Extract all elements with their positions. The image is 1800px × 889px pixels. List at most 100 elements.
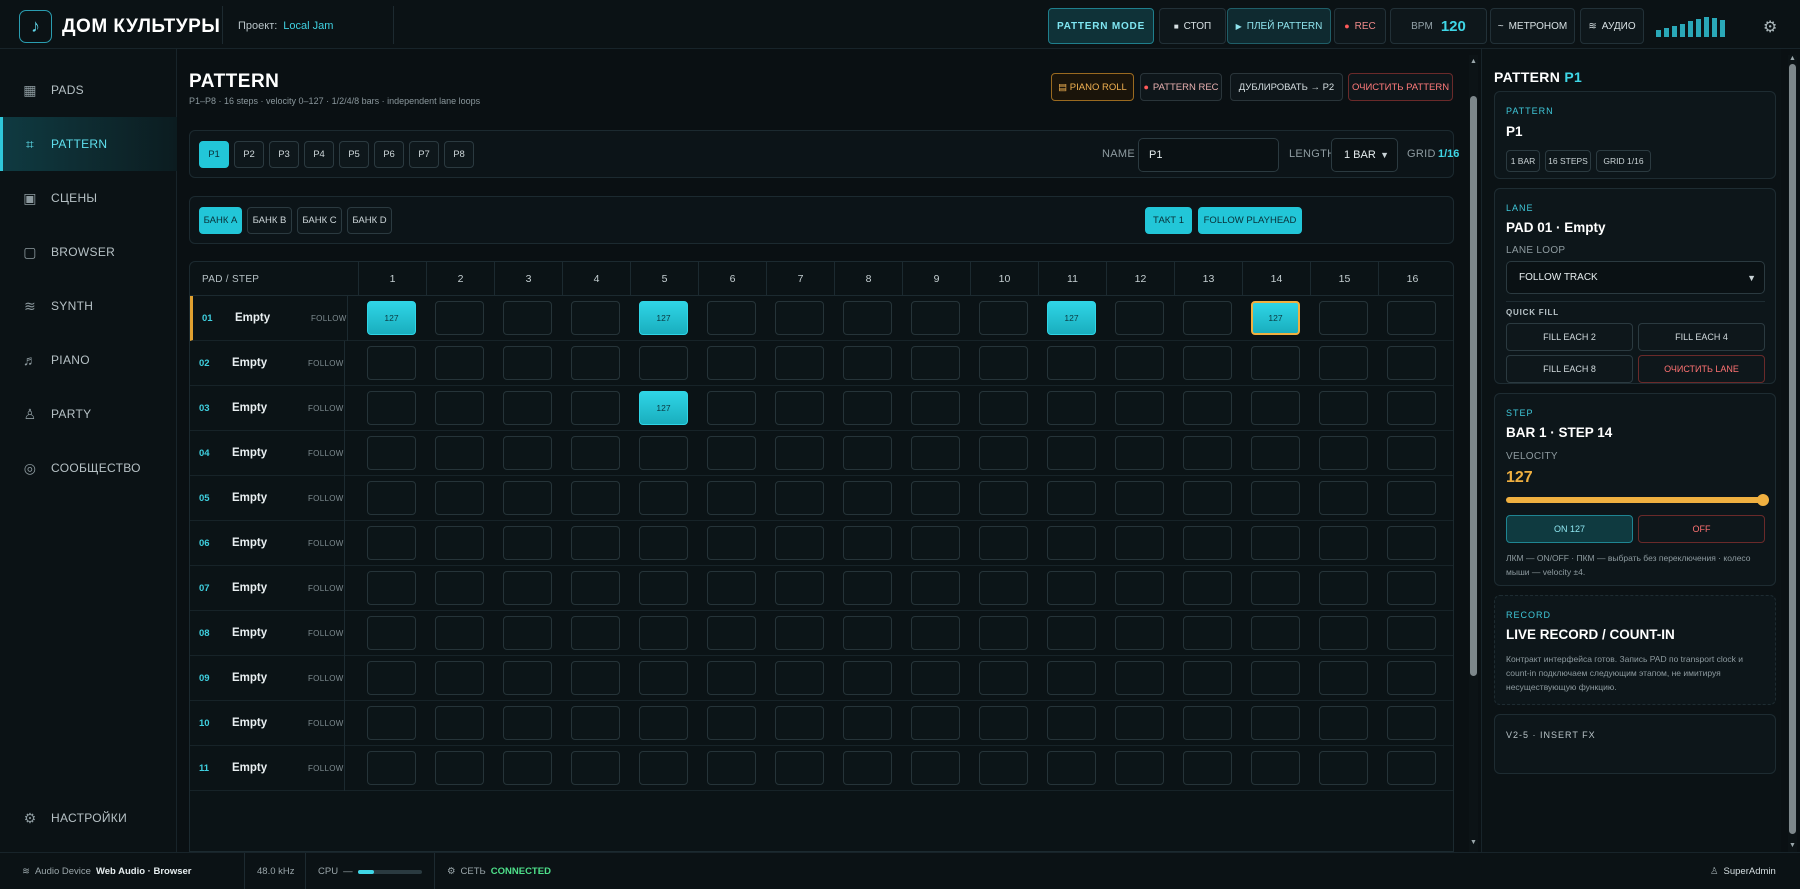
- step-cell[interactable]: [979, 436, 1028, 470]
- step-cell[interactable]: [1183, 616, 1232, 650]
- step-cell[interactable]: [503, 346, 552, 380]
- pad-name[interactable]: Empty: [232, 762, 267, 774]
- step-cell[interactable]: [911, 751, 960, 785]
- step-cell[interactable]: [979, 346, 1028, 380]
- step-cell[interactable]: [775, 346, 824, 380]
- step-cell[interactable]: [843, 436, 892, 470]
- step-cell[interactable]: [1319, 616, 1368, 650]
- pad-name[interactable]: Empty: [232, 717, 267, 729]
- step-cell[interactable]: [503, 571, 552, 605]
- step-cell[interactable]: [1251, 481, 1300, 515]
- step-cell[interactable]: [503, 391, 552, 425]
- step-cell[interactable]: [1183, 706, 1232, 740]
- step-cell[interactable]: [1387, 616, 1436, 650]
- bank-chip-a[interactable]: БАНК A: [199, 207, 242, 234]
- step-cell[interactable]: [367, 616, 416, 650]
- step-cell[interactable]: [1319, 751, 1368, 785]
- step-cell[interactable]: [979, 706, 1028, 740]
- scroll-up-icon[interactable]: ▲: [1789, 55, 1796, 62]
- step-cell[interactable]: [435, 391, 484, 425]
- step-cell[interactable]: 127: [639, 391, 688, 425]
- fill-each-8-button[interactable]: FILL EACH 8: [1506, 355, 1633, 383]
- pad-name[interactable]: Empty: [232, 627, 267, 639]
- pad-name[interactable]: Empty: [232, 537, 267, 549]
- step-cell[interactable]: [367, 526, 416, 560]
- step-cell[interactable]: [571, 436, 620, 470]
- step-cell[interactable]: [1115, 346, 1164, 380]
- step-cell[interactable]: [911, 436, 960, 470]
- pattern-chip-p1[interactable]: P1: [199, 141, 229, 168]
- step-cell[interactable]: [843, 346, 892, 380]
- rec-button[interactable]: ● REC: [1334, 8, 1386, 44]
- step-cell[interactable]: 127: [367, 301, 416, 335]
- step-cell[interactable]: [639, 616, 688, 650]
- step-cell[interactable]: [979, 481, 1028, 515]
- step-cell[interactable]: [1387, 436, 1436, 470]
- step-cell[interactable]: 127: [1251, 301, 1300, 335]
- step-cell[interactable]: [911, 616, 960, 650]
- step-cell[interactable]: [1115, 481, 1164, 515]
- pad-name[interactable]: Empty: [232, 492, 267, 504]
- step-cell[interactable]: [1183, 436, 1232, 470]
- main-scrollbar-thumb[interactable]: [1470, 96, 1477, 676]
- step-cell[interactable]: [1183, 661, 1232, 695]
- step-cell[interactable]: [843, 571, 892, 605]
- step-cell[interactable]: [1047, 661, 1096, 695]
- step-cell[interactable]: [639, 481, 688, 515]
- step-cell[interactable]: [707, 301, 756, 335]
- pattern-name-input[interactable]: P1: [1138, 138, 1279, 172]
- lane-mode[interactable]: FOLLOW: [308, 584, 344, 593]
- step-cell[interactable]: [707, 436, 756, 470]
- step-cell[interactable]: [707, 616, 756, 650]
- step-cell[interactable]: [843, 526, 892, 560]
- step-cell[interactable]: [1047, 616, 1096, 650]
- step-cell[interactable]: [503, 706, 552, 740]
- step-cell[interactable]: [639, 751, 688, 785]
- metronome-button[interactable]: ~ МЕТРОНОМ: [1490, 8, 1575, 44]
- pattern-chip-p6[interactable]: P6: [374, 141, 404, 168]
- step-cell[interactable]: [1319, 706, 1368, 740]
- step-cell[interactable]: [843, 706, 892, 740]
- step-cell[interactable]: [1047, 436, 1096, 470]
- step-cell[interactable]: [571, 571, 620, 605]
- lane-loop-select[interactable]: FOLLOW TRACK ▼: [1506, 261, 1765, 294]
- step-cell[interactable]: [571, 346, 620, 380]
- step-cell[interactable]: [435, 526, 484, 560]
- scroll-down-icon[interactable]: ▼: [1470, 839, 1477, 846]
- step-cell[interactable]: [1387, 346, 1436, 380]
- piano-roll-button[interactable]: ▤ PIANO ROLL: [1051, 73, 1134, 101]
- step-cell[interactable]: [1251, 751, 1300, 785]
- lane-mode[interactable]: FOLLOW: [311, 314, 347, 323]
- step-cell[interactable]: [843, 616, 892, 650]
- step-cell[interactable]: [775, 481, 824, 515]
- lane-mode[interactable]: FOLLOW: [308, 539, 344, 548]
- step-cell[interactable]: [1319, 661, 1368, 695]
- pad-name[interactable]: Empty: [232, 582, 267, 594]
- step-cell[interactable]: [1183, 571, 1232, 605]
- takt-button[interactable]: ТАКТ 1: [1145, 207, 1192, 234]
- scroll-down-icon[interactable]: ▼: [1789, 842, 1796, 849]
- step-cell[interactable]: [639, 571, 688, 605]
- step-cell[interactable]: [1387, 526, 1436, 560]
- lane-mode[interactable]: FOLLOW: [308, 404, 344, 413]
- bank-chip-c[interactable]: БАНК C: [297, 207, 342, 234]
- pattern-chip-p5[interactable]: P5: [339, 141, 369, 168]
- sidebar-item-pattern[interactable]: ⌗ PATTERN: [0, 117, 177, 171]
- step-cell[interactable]: [367, 661, 416, 695]
- step-cell[interactable]: [435, 481, 484, 515]
- step-cell[interactable]: [1387, 661, 1436, 695]
- step-cell[interactable]: [1251, 526, 1300, 560]
- sidebar-item-community[interactable]: ◎ СООБЩЕСТВО: [0, 441, 177, 495]
- pattern-chip-p3[interactable]: P3: [269, 141, 299, 168]
- step-cell[interactable]: [1319, 391, 1368, 425]
- step-on-button[interactable]: ON 127: [1506, 515, 1633, 543]
- step-cell[interactable]: [367, 346, 416, 380]
- bpm-field[interactable]: BPM 120: [1390, 8, 1487, 44]
- step-cell[interactable]: [571, 301, 620, 335]
- step-cell[interactable]: [1115, 436, 1164, 470]
- step-cell[interactable]: [367, 751, 416, 785]
- step-cell[interactable]: [571, 751, 620, 785]
- step-cell[interactable]: [775, 751, 824, 785]
- clear-pattern-button[interactable]: ОЧИСТИТЬ PATTERN: [1348, 73, 1453, 101]
- step-cell[interactable]: [367, 391, 416, 425]
